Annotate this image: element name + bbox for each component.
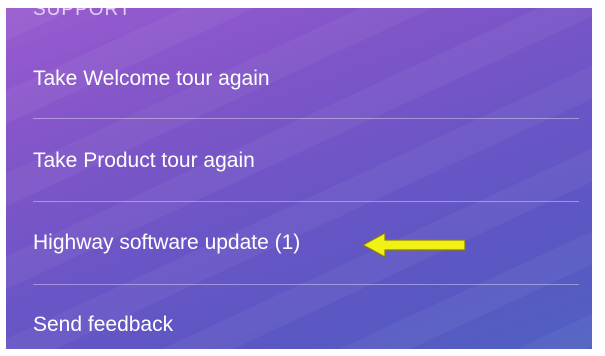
- highlight-arrow-icon: [362, 232, 466, 258]
- arrow-shape: [362, 232, 466, 258]
- menu-item-welcome-tour[interactable]: Take Welcome tour again: [6, 38, 592, 120]
- settings-screen: SUPPORT Take Welcome tour again Take Pro…: [6, 8, 592, 349]
- menu-item-send-feedback[interactable]: Send feedback: [6, 285, 592, 349]
- section-header-support: SUPPORT: [33, 8, 132, 20]
- menu-item-label: Take Welcome tour again: [33, 67, 270, 90]
- menu-item-label: Send feedback: [33, 313, 174, 336]
- menu-item-label: Take Product tour again: [33, 149, 255, 172]
- menu-item-product-tour[interactable]: Take Product tour again: [6, 119, 592, 201]
- menu-item-software-update[interactable]: Highway software update (1): [6, 202, 592, 284]
- menu-item-label: Highway software update (1): [33, 231, 301, 254]
